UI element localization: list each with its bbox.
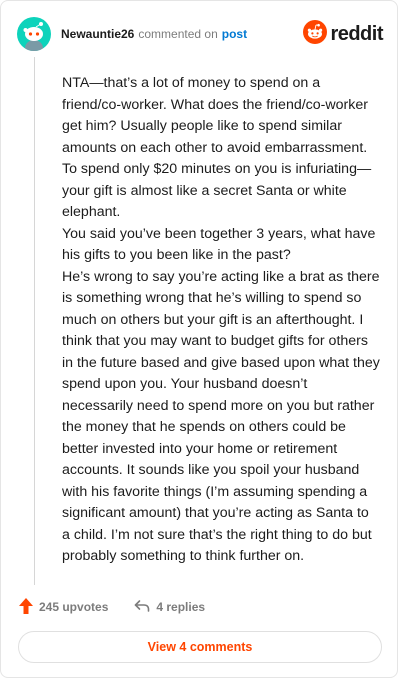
comment-footer: 245 upvotes 4 replies (19, 597, 205, 617)
reply-arrow-icon (134, 599, 150, 616)
comment-meta: Newauntie26 commented on post (61, 27, 247, 41)
comment-paragraph: NTA—that’s a lot of money to spend on a … (62, 75, 372, 220)
comment-paragraph: You said you’ve been together 3 years, w… (62, 225, 376, 264)
upvote-button[interactable]: 245 upvotes (19, 597, 109, 617)
reddit-wordmark: reddit (330, 22, 383, 45)
comment-card: Newauntie26 commented on post reddit NTA… (0, 0, 398, 678)
reddit-logo-icon (303, 19, 328, 49)
reddit-brand[interactable]: reddit (303, 19, 383, 49)
upvote-arrow-icon (19, 597, 33, 617)
snoo-avatar-icon[interactable] (17, 17, 51, 51)
post-link[interactable]: post (222, 27, 247, 41)
comment-header: Newauntie26 commented on post reddit (17, 17, 383, 51)
action-text: commented on (138, 27, 218, 41)
upvote-count: 245 upvotes (39, 600, 109, 614)
replies-button[interactable]: 4 replies (134, 599, 205, 616)
thread-line[interactable] (34, 57, 35, 585)
replies-count: 4 replies (156, 600, 206, 614)
view-comments-button[interactable]: View 4 comments (18, 631, 382, 663)
comment-body: NTA—that’s a lot of money to spend on a … (62, 73, 380, 568)
comment-paragraph: He’s wrong to say you’re acting like a b… (62, 268, 380, 565)
username[interactable]: Newauntie26 (61, 27, 134, 41)
